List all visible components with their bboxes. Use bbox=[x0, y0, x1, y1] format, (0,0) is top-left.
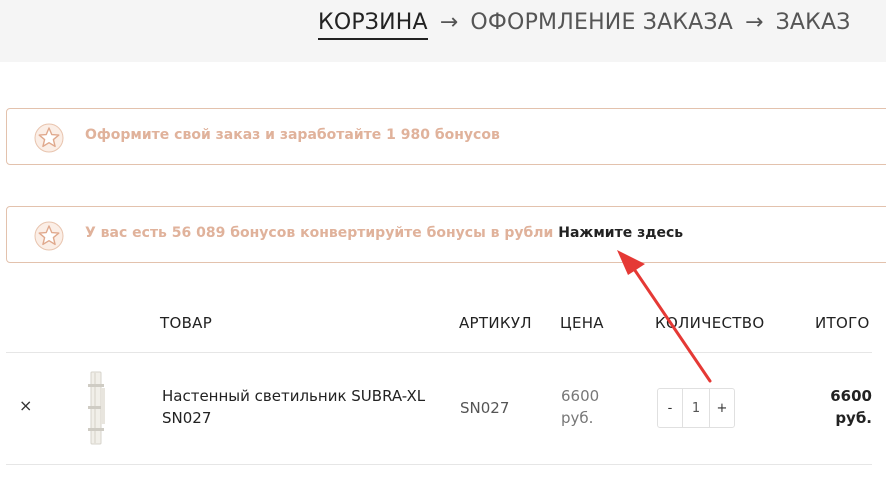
arrow-right-icon: → bbox=[744, 10, 764, 35]
star-icon bbox=[34, 221, 64, 251]
row-total: 6600 руб. bbox=[830, 387, 872, 427]
remove-item-button[interactable]: × bbox=[19, 396, 32, 415]
bonus-earn-text: Оформите свой заказ и заработайте 1 980 … bbox=[85, 127, 500, 143]
product-thumbnail[interactable] bbox=[80, 368, 116, 448]
header-quantity: КОЛИЧЕСТВО bbox=[655, 314, 765, 332]
table-divider bbox=[6, 352, 872, 353]
bonus-convert-message: У вас есть 56 089 бонусов конвертируйте … bbox=[85, 225, 683, 241]
quantity-input[interactable]: 1 bbox=[682, 389, 710, 427]
header-price: ЦЕНА bbox=[560, 314, 604, 332]
step-checkout[interactable]: ОФОРМЛЕНИЕ ЗАКАЗА bbox=[470, 10, 733, 35]
step-cart[interactable]: КОРЗИНА bbox=[318, 10, 428, 40]
table-divider bbox=[6, 464, 872, 465]
product-price: 6600 руб. bbox=[561, 387, 600, 427]
convert-bonus-link[interactable]: Нажмите здесь bbox=[558, 225, 683, 241]
quantity-increase-button[interactable]: + bbox=[710, 389, 734, 427]
checkout-steps-bar: КОРЗИНА → ОФОРМЛЕНИЕ ЗАКАЗА → ЗАКАЗ bbox=[0, 0, 886, 62]
step-order[interactable]: ЗАКАЗ bbox=[776, 10, 851, 35]
quantity-decrease-button[interactable]: - bbox=[658, 389, 682, 427]
star-icon bbox=[34, 123, 64, 153]
arrow-right-icon: → bbox=[439, 10, 459, 35]
breadcrumb: КОРЗИНА → ОФОРМЛЕНИЕ ЗАКАЗА → ЗАКАЗ bbox=[318, 10, 851, 40]
header-product: ТОВАР bbox=[160, 314, 213, 332]
product-name-link[interactable]: Настенный светильник SUBRA-XL SN027 bbox=[162, 385, 442, 429]
product-sku: SN027 bbox=[460, 399, 510, 417]
quantity-stepper: - 1 + bbox=[657, 388, 735, 428]
header-sku: АРТИКУЛ bbox=[459, 314, 532, 332]
bonus-convert-notice: У вас есть 56 089 бонусов конвертируйте … bbox=[6, 206, 886, 263]
bonus-convert-text: У вас есть 56 089 бонусов конвертируйте … bbox=[85, 225, 554, 241]
header-total: ИТОГО bbox=[815, 314, 870, 332]
bonus-earn-notice: Оформите свой заказ и заработайте 1 980 … bbox=[6, 108, 886, 165]
